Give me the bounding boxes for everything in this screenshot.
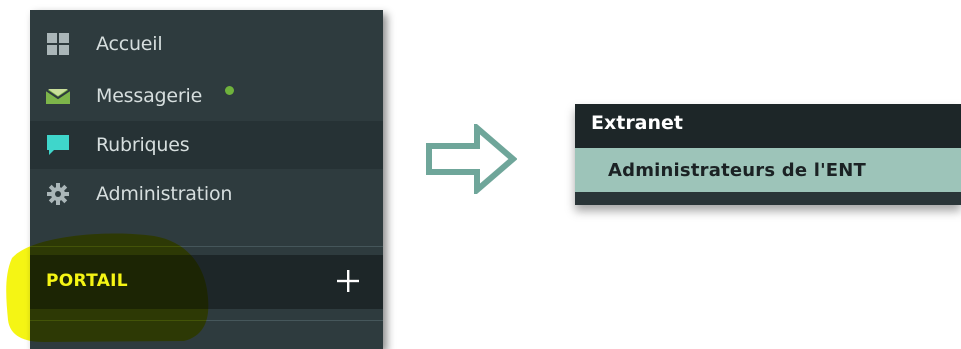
envelope-icon [44,82,72,110]
sidebar-item-administration[interactable]: Administration [30,170,383,218]
unread-indicator-dot [225,86,234,95]
add-portal-button[interactable] [331,264,365,298]
gear-icon [44,180,72,208]
sidebar-divider [30,246,383,247]
group-panel: Extranet Administrateurs de l'ENT [575,104,961,205]
sidebar-item-label: Rubriques [96,134,190,156]
sidebar-item-label: Administration [96,183,233,205]
plus-icon [337,270,359,292]
group-panel-next-row [575,192,961,205]
group-title: Extranet [591,112,684,134]
sidebar-item-label: Accueil [96,33,163,55]
group-item-label: Administrateurs de l'ENT [608,160,867,181]
sidebar-footer [30,309,383,349]
sidebar-item-messagerie[interactable]: Messagerie [30,72,383,120]
group-item-selected[interactable]: Administrateurs de l'ENT [575,148,961,192]
portal-label: PORTAIL [46,271,128,291]
chat-bubble-icon [44,131,72,159]
right-arrow-icon [426,124,517,194]
sidebar-nav: Accueil Messagerie Rubriques Administrat… [30,10,383,349]
sidebar-item-accueil[interactable]: Accueil [30,20,383,68]
sidebar-divider [30,320,383,321]
dashboard-grid-icon [44,30,72,58]
sidebar-item-rubriques[interactable]: Rubriques [30,121,383,169]
portal-header: PORTAIL [30,255,383,309]
sidebar-item-label: Messagerie [96,85,203,107]
